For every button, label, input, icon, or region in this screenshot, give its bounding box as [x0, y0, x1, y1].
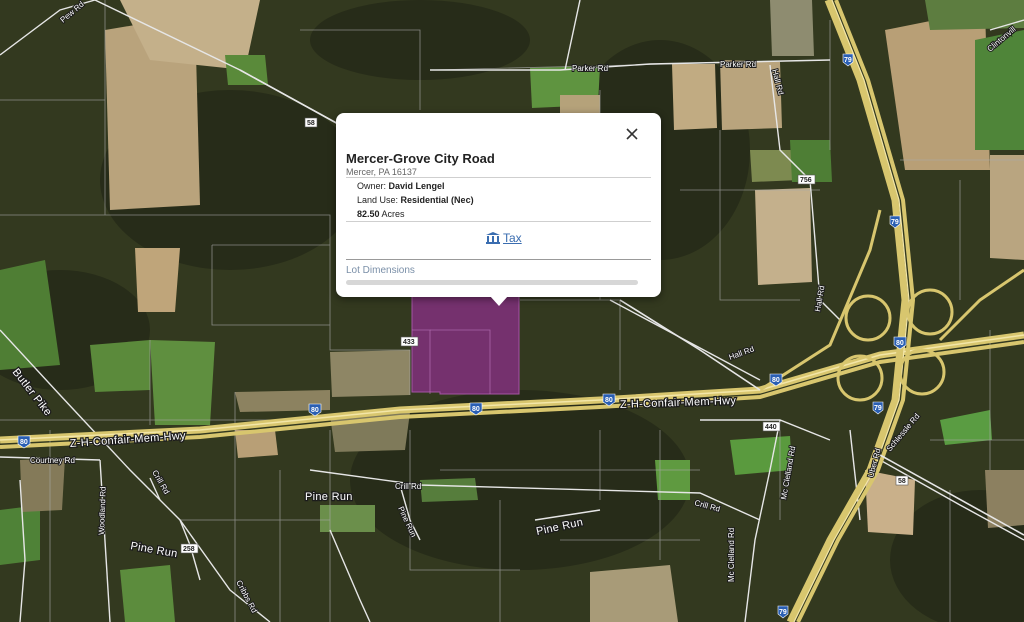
- popup-pointer: [490, 296, 508, 306]
- divider: [346, 177, 651, 178]
- svg-text:79: 79: [779, 609, 787, 616]
- lot-dimensions-label[interactable]: Lot Dimensions: [346, 265, 415, 276]
- svg-text:79: 79: [891, 219, 899, 226]
- close-icon[interactable]: [621, 123, 643, 145]
- shield-756: 756: [797, 174, 816, 185]
- owner-row: Owner: David Lengel: [357, 181, 445, 191]
- road-label-woodland-rd: Woodland Rd: [97, 486, 108, 535]
- svg-text:80: 80: [605, 397, 613, 404]
- svg-text:80: 80: [20, 439, 28, 446]
- tax-link-label[interactable]: Tax: [503, 231, 522, 245]
- satellite-map[interactable]: Pew Rd Parker Rd Parker Rd Hall Rd Hall …: [0, 0, 1024, 622]
- popup-subtitle: Mercer, PA 16137: [346, 167, 417, 177]
- svg-text:79: 79: [844, 57, 852, 64]
- shield-433: 433: [400, 336, 419, 347]
- svg-text:58: 58: [307, 120, 315, 127]
- svg-text:79: 79: [874, 405, 882, 412]
- road-label-crill-rd-2: Crill Rd: [395, 482, 421, 491]
- svg-text:80: 80: [772, 377, 780, 384]
- svg-text:756: 756: [800, 177, 812, 184]
- land-use-label: Land Use:: [357, 195, 399, 205]
- svg-text:80: 80: [896, 340, 904, 347]
- owner-value: David Lengel: [388, 181, 445, 191]
- selected-parcel[interactable]: [411, 295, 520, 395]
- land-use-row: Land Use: Residential (Nec): [357, 195, 474, 205]
- parcel-info-popup: Mercer-Grove City Road Mercer, PA 16137 …: [336, 113, 661, 297]
- road-label-parker-rd: Parker Rd: [572, 64, 608, 73]
- acres-label: Acres: [381, 209, 405, 219]
- close-button[interactable]: [621, 123, 643, 145]
- svg-text:80: 80: [311, 407, 319, 414]
- road-label-courtney-rd: Courtney Rd: [30, 456, 75, 465]
- road-label-parker-rd-2: Parker Rd: [720, 60, 756, 69]
- shield-58-b: 58: [895, 475, 909, 486]
- bank-icon: [486, 232, 500, 244]
- svg-text:58: 58: [898, 478, 906, 485]
- divider: [346, 259, 651, 260]
- shield-58: 58: [304, 117, 318, 128]
- acres-value: 82.50: [357, 209, 380, 219]
- shield-440: 440: [762, 421, 781, 432]
- divider: [346, 221, 651, 222]
- tax-link[interactable]: Tax: [485, 231, 522, 245]
- acres-row: 82.50 Acres: [357, 209, 405, 219]
- shield-258: 258: [180, 543, 199, 554]
- road-label-mc-clelland-rd-2: Mc Clelland Rd: [727, 528, 736, 582]
- svg-text:80: 80: [472, 406, 480, 413]
- road-label-pine-run-1: Pine Run: [305, 491, 353, 503]
- land-use-value: Residential (Nec): [400, 195, 474, 205]
- svg-text:440: 440: [765, 424, 777, 431]
- owner-label: Owner:: [357, 181, 387, 191]
- popup-title: Mercer-Grove City Road: [346, 151, 495, 166]
- svg-text:258: 258: [183, 546, 195, 553]
- svg-text:433: 433: [403, 339, 415, 346]
- lot-dimensions-bar: [346, 280, 638, 285]
